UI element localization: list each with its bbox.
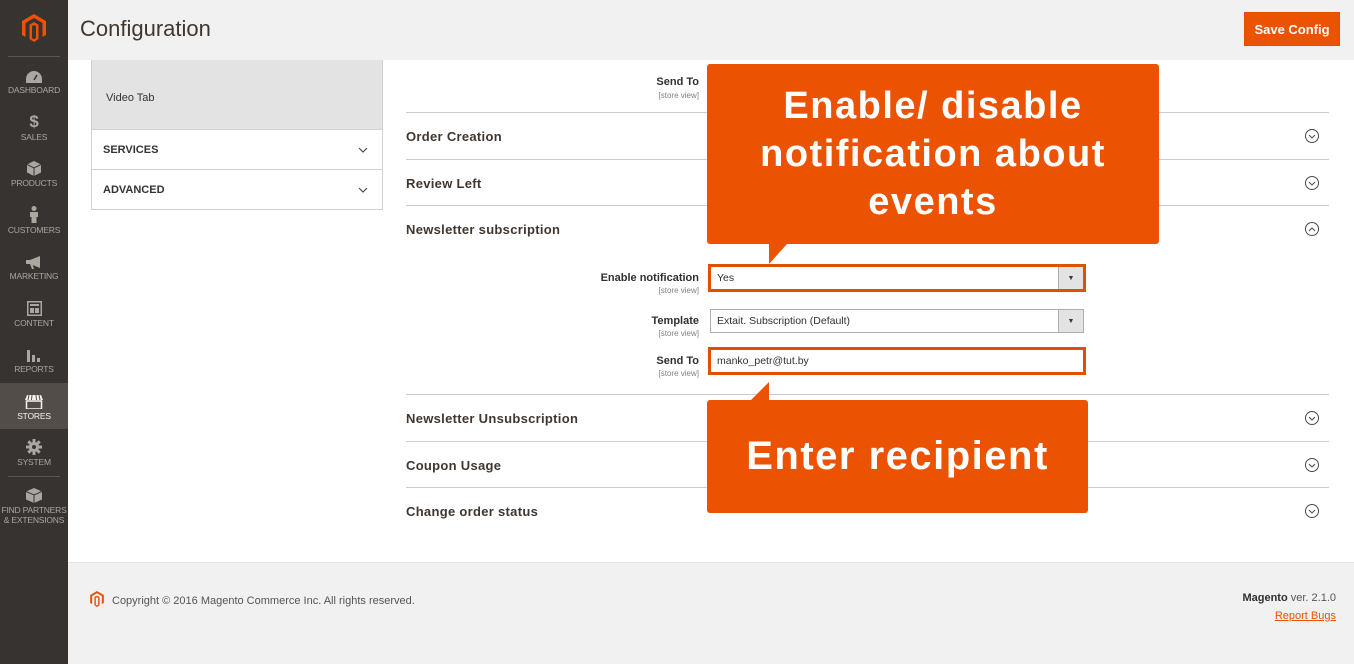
select-value: Yes	[717, 272, 735, 284]
chevron-down-icon	[358, 184, 368, 196]
input-value: manko_petr@tut.by	[717, 355, 809, 367]
nav-stores[interactable]: STORES	[0, 382, 68, 429]
dollar-icon: $	[29, 111, 39, 131]
tab-group-advanced[interactable]: ADVANCED	[91, 170, 383, 210]
callout-enable-disable: Enable/ disable notification about event…	[707, 64, 1159, 264]
tab-group-label: SERVICES	[103, 143, 159, 156]
section-title: Change order status	[406, 503, 539, 519]
store-icon	[25, 391, 43, 409]
field-label: Enable notification	[600, 272, 699, 284]
section-title: Coupon Usage	[406, 457, 502, 473]
copyright-text: Copyright © 2016 Magento Commerce Inc. A…	[112, 594, 415, 607]
section-title: Review Left	[406, 175, 482, 191]
nav-label: DASHBOARD	[7, 85, 61, 96]
nav-marketing[interactable]: MARKETING	[0, 243, 68, 290]
box-icon	[26, 485, 42, 503]
page-title: Configuration	[80, 16, 211, 41]
callout-line: notification about	[760, 133, 1106, 175]
nav-content[interactable]: CONTENT	[0, 290, 68, 337]
field-label: Template	[651, 315, 699, 327]
sendto-top-label: Send To [store view]	[406, 72, 699, 100]
nav-find-partners[interactable]: FIND PARTNERS & EXTENSIONS	[0, 477, 68, 533]
expand-icon	[1305, 411, 1319, 425]
collapse-icon	[1305, 222, 1319, 236]
field-label-wrap: Enable notification [store view]	[406, 271, 699, 297]
expand-icon	[1305, 504, 1319, 518]
field-label-wrap: Send To [store view]	[406, 354, 699, 380]
version-info: Magento ver. 2.1.0	[1242, 592, 1336, 604]
section-title: Newsletter subscription	[406, 221, 561, 237]
megaphone-icon	[26, 251, 42, 270]
callout-enter-recipient: Enter recipient	[707, 382, 1088, 513]
brand-name: Magento	[1242, 592, 1288, 604]
field-scope: [store view]	[658, 91, 699, 100]
expand-icon	[1305, 458, 1319, 472]
nav-system[interactable]: SYSTEM	[0, 429, 68, 476]
admin-sidebar: DASHBOARD $ SALES PRODUCTS CUSTOMERS MAR…	[0, 0, 68, 664]
section-title: Newsletter Unsubscription	[406, 410, 579, 426]
template-select[interactable]: Extait. Subscription (Default) ▼	[710, 309, 1084, 333]
nav-customers[interactable]: CUSTOMERS	[0, 197, 68, 244]
expand-icon	[1305, 176, 1319, 190]
field-label-wrap: Template [store view]	[406, 314, 699, 340]
send-to-input[interactable]: manko_petr@tut.by	[708, 347, 1086, 375]
gear-icon	[26, 437, 42, 456]
version-text: ver. 2.1.0	[1287, 592, 1336, 604]
field-scope: [store view]	[658, 329, 699, 338]
enable-notification-select[interactable]: Yes ▼	[708, 264, 1086, 292]
nav-label: PRODUCTS	[10, 178, 58, 189]
layout-icon	[26, 298, 42, 316]
callout-line: events	[868, 181, 998, 223]
nav-dashboard[interactable]: DASHBOARD	[0, 57, 68, 104]
page-footer: Copyright © 2016 Magento Commerce Inc. A…	[68, 562, 1354, 664]
nav-reports[interactable]: REPORTS	[0, 336, 68, 383]
person-icon	[29, 205, 39, 223]
copyright: Copyright © 2016 Magento Commerce Inc. A…	[90, 591, 415, 610]
nav-label: STORES	[17, 410, 51, 421]
field-label: Send To	[656, 76, 699, 88]
nav-label: REPORTS	[14, 364, 54, 375]
select-value: Extait. Subscription (Default)	[717, 315, 851, 327]
bar-chart-icon	[27, 344, 41, 363]
section-title: Order Creation	[406, 128, 502, 144]
nav-label: FIND PARTNERS	[1, 504, 67, 515]
nav-label: & EXTENSIONS	[3, 514, 65, 525]
field-scope: [store view]	[658, 286, 699, 295]
expand-icon	[1305, 129, 1319, 143]
nav-label: MARKETING	[9, 271, 59, 282]
field-scope: [store view]	[658, 369, 699, 378]
cube-icon	[27, 158, 41, 177]
page-header: Configuration Save Config	[68, 0, 1354, 60]
triangle-down-icon: ▼	[1058, 310, 1083, 332]
save-config-button[interactable]: Save Config	[1244, 12, 1340, 46]
nav-label: SALES	[20, 131, 48, 142]
nav-products[interactable]: PRODUCTS	[0, 150, 68, 197]
field-label: Send To	[656, 355, 699, 367]
field-template: Template [store view] Extait. Subscripti…	[406, 308, 1329, 338]
tab-group-label: ADVANCED	[103, 183, 165, 196]
chevron-down-icon	[358, 144, 368, 156]
magento-logo-icon	[90, 591, 104, 610]
nav-label: CUSTOMERS	[7, 224, 61, 235]
triangle-down-icon: ▼	[1058, 267, 1083, 289]
tab-group-services[interactable]: SERVICES	[91, 130, 383, 170]
callout-line: Enable/ disable	[783, 85, 1083, 127]
field-enable-notification: Enable notification [store view] Yes ▼	[406, 264, 1329, 297]
nav-label: CONTENT	[14, 317, 54, 328]
config-tabs: Video Tab SERVICES ADVANCED	[91, 60, 383, 210]
report-bugs-link[interactable]: Report Bugs	[1275, 610, 1336, 622]
dashboard-icon	[26, 65, 42, 84]
nav-label: SYSTEM	[17, 457, 51, 468]
magento-logo-icon[interactable]	[0, 0, 68, 56]
nav-sales[interactable]: $ SALES	[0, 104, 68, 151]
tab-video[interactable]: Video Tab	[91, 60, 383, 130]
field-send-to: Send To [store view] manko_petr@tut.by	[406, 347, 1329, 380]
